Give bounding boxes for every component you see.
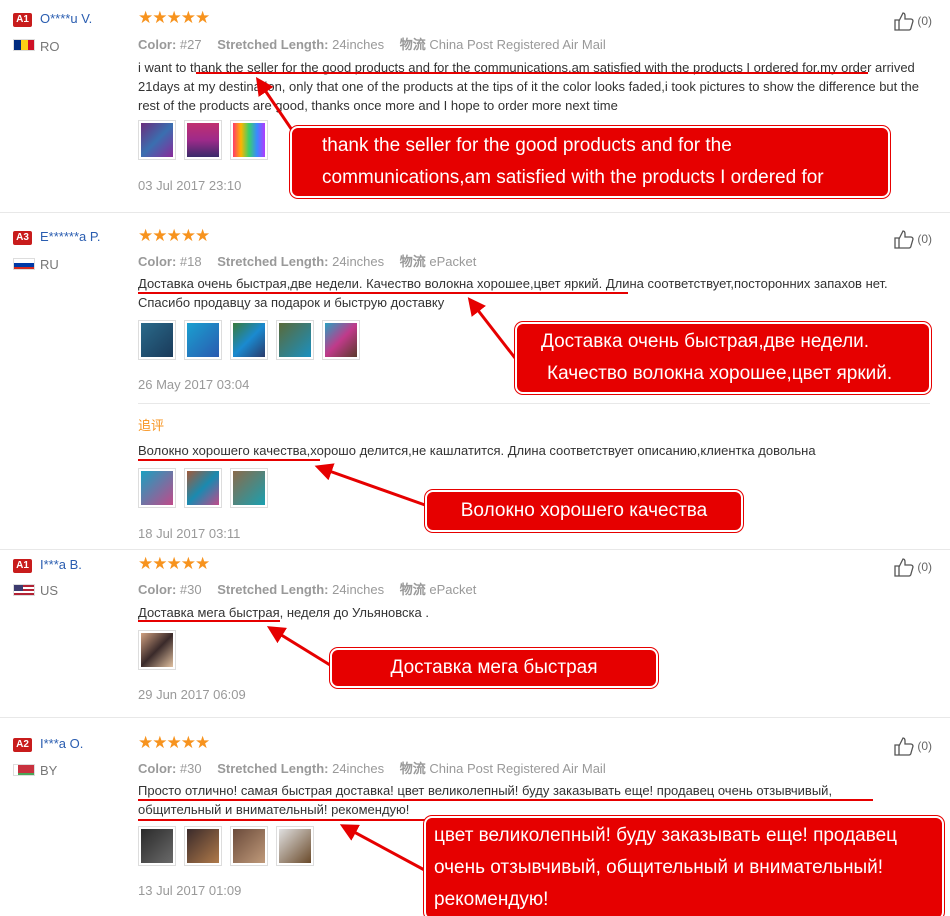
- review-photo[interactable]: [138, 120, 176, 160]
- review-date: 13 Jul 2017 01:09: [138, 883, 242, 898]
- product-attributes: Color: #30 Stretched Length: 24inches 物流…: [138, 761, 606, 776]
- review-photo[interactable]: [184, 468, 222, 508]
- star-rating: ★★★★★: [138, 554, 210, 573]
- followup-photos: [138, 468, 268, 508]
- review-photo[interactable]: [230, 320, 268, 360]
- review-date: 26 May 2017 03:04: [138, 377, 250, 392]
- star-rating: ★★★★★: [138, 8, 210, 27]
- reviewer-country: BY: [40, 763, 58, 778]
- helpful-button[interactable]: (0): [893, 11, 932, 31]
- review-photos: [138, 630, 176, 670]
- followup-label: 追评: [138, 418, 165, 433]
- review-photo[interactable]: [184, 120, 222, 160]
- star-rating: ★★★★★: [138, 733, 210, 752]
- buyer-level-badge: A1: [13, 559, 32, 573]
- review-photo[interactable]: [138, 320, 176, 360]
- review-date: 03 Jul 2017 23:10: [138, 178, 242, 193]
- reviewer-country: RO: [40, 39, 60, 54]
- buyer-level-badge: A2: [13, 738, 32, 752]
- callout-followup: Волокно хорошего качества: [425, 490, 743, 532]
- highlight-underline: [196, 72, 868, 74]
- highlight-underline: [138, 292, 628, 294]
- star-rating: ★★★★★: [138, 226, 210, 245]
- highlight-underline: [138, 620, 280, 622]
- callout-line: Качество волокна хорошее,цвет яркий.: [547, 363, 893, 384]
- thumbs-up-icon: [894, 558, 914, 577]
- review-photo[interactable]: [184, 320, 222, 360]
- highlight-underline: [138, 819, 433, 821]
- review-photo[interactable]: [230, 826, 268, 866]
- review-photo[interactable]: [184, 826, 222, 866]
- highlight-underline: [138, 799, 873, 801]
- highlight-underline: [138, 459, 320, 461]
- review-date: 29 Jun 2017 06:09: [138, 687, 246, 702]
- product-attributes: Color: #30 Stretched Length: 24inches 物流…: [138, 582, 477, 597]
- review-3: A1 I***a B. US ★★★★★ Color: #30 Stretche…: [0, 550, 950, 718]
- review-photo[interactable]: [138, 630, 176, 670]
- reviewer-name[interactable]: I***a O.: [40, 736, 83, 751]
- review-photo[interactable]: [276, 826, 314, 866]
- product-attributes: Color: #27 Stretched Length: 24inches 物流…: [138, 37, 606, 52]
- callout-review-2: Доставка очень быстрая,две недели. Качес…: [515, 322, 931, 394]
- helpful-count: (0): [917, 14, 932, 28]
- review-photo[interactable]: [230, 468, 268, 508]
- thumbs-up-icon: [894, 230, 914, 249]
- thumbs-up-icon: [894, 737, 914, 756]
- followup-text: Волокно хорошего качества,хорошо делится…: [138, 443, 816, 458]
- callout-review-3: Доставка мега быстрая: [330, 648, 658, 688]
- flag-ru-icon: [13, 258, 35, 270]
- helpful-count: (0): [917, 739, 932, 753]
- buyer-level-badge: A3: [13, 231, 32, 245]
- reviewer-country: US: [40, 583, 59, 598]
- review-photo[interactable]: [230, 120, 268, 160]
- review-photo[interactable]: [138, 826, 176, 866]
- product-attributes: Color: #18 Stretched Length: 24inches 物流…: [138, 254, 477, 269]
- followup-divider: [138, 403, 930, 404]
- followup-date: 18 Jul 2017 03:11: [138, 526, 241, 541]
- callout-review-1: thank the seller for the good products a…: [290, 126, 890, 198]
- review-photo[interactable]: [138, 468, 176, 508]
- callout-review-4: цвет великолепный! буду заказывать еще! …: [424, 816, 944, 916]
- buyer-level-badge: A1: [13, 13, 32, 27]
- helpful-count: (0): [917, 232, 932, 246]
- review-text: i want to thank the seller for the good …: [138, 60, 919, 113]
- review-photos: [138, 320, 360, 360]
- review-photo[interactable]: [276, 320, 314, 360]
- flag-by-icon: [13, 764, 35, 776]
- flag-us-icon: [13, 584, 35, 596]
- helpful-count: (0): [917, 560, 932, 574]
- callout-line: Доставка очень быстрая,две недели.: [541, 331, 870, 352]
- reviewer-name[interactable]: E******a P.: [40, 229, 100, 244]
- review-photos: [138, 826, 314, 866]
- helpful-button[interactable]: (0): [893, 557, 932, 577]
- reviewer-name[interactable]: I***a B.: [40, 557, 82, 572]
- helpful-button[interactable]: (0): [893, 736, 932, 756]
- review-photo[interactable]: [322, 320, 360, 360]
- helpful-button[interactable]: (0): [893, 229, 932, 249]
- thumbs-up-icon: [894, 12, 914, 31]
- review-photos: [138, 120, 268, 160]
- flag-ro-icon: [13, 39, 35, 51]
- reviewer-country: RU: [40, 257, 59, 272]
- reviewer-name[interactable]: O****u V.: [40, 11, 92, 26]
